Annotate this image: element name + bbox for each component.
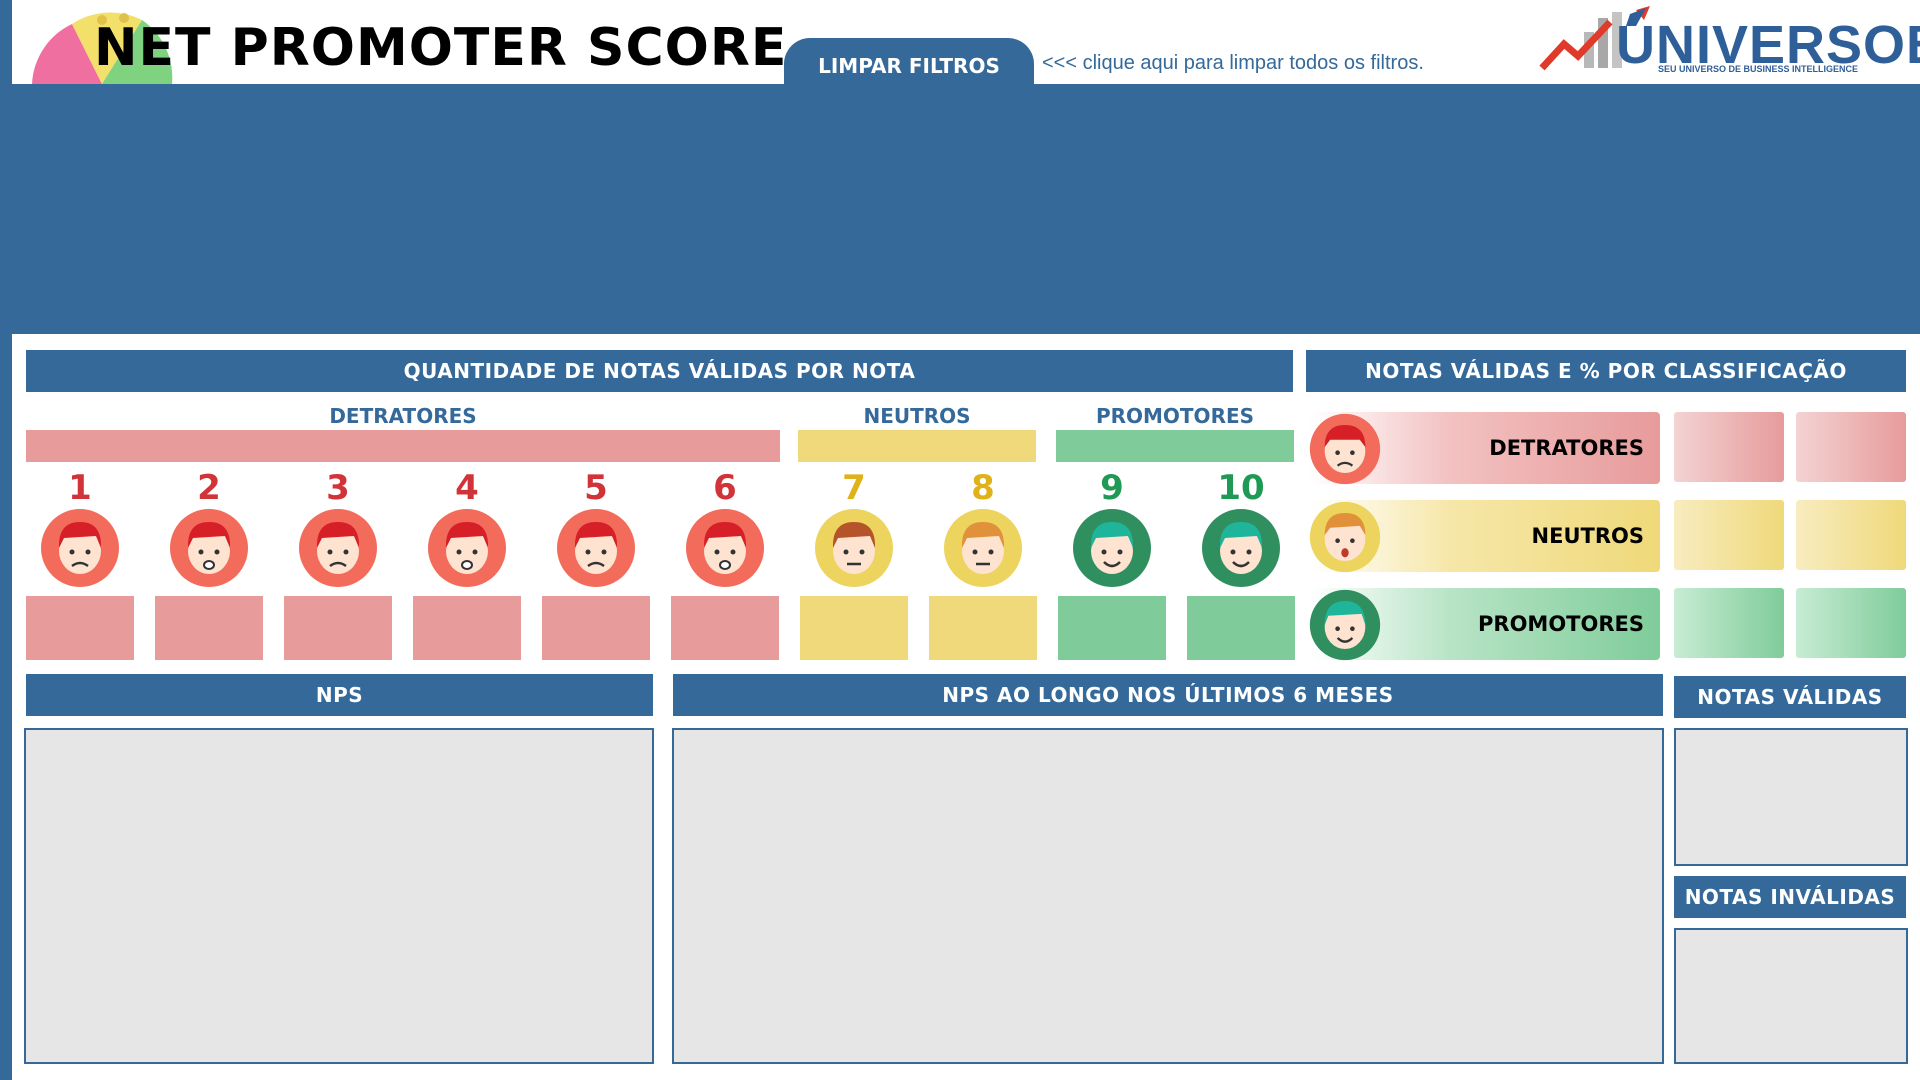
score-face-icon-5[interactable]	[556, 508, 636, 588]
group-bar-detratores	[26, 430, 780, 462]
invalid-notes-panel	[1674, 928, 1908, 1064]
page-title: NET PROMOTER SCORE	[94, 18, 788, 78]
classification-header: NOTAS VÁLIDAS E % POR CLASSIFICAÇÃO	[1306, 350, 1906, 392]
neutros-count-card	[1674, 500, 1784, 570]
promotores-count-card	[1674, 588, 1784, 658]
score-face-icon-1[interactable]	[40, 508, 120, 588]
group-bar-promotores	[1056, 430, 1294, 462]
logo-tagline: SEU UNIVERSO DE BUSINESS INTELLIGENCE	[1658, 64, 1859, 74]
group-label-promotores: PROMOTORES	[1095, 404, 1255, 428]
score-label-9: 9	[1100, 468, 1124, 508]
neutros-percent-card	[1796, 500, 1906, 570]
score-face-icon-9[interactable]	[1072, 508, 1152, 588]
score-count-box-8	[929, 596, 1037, 660]
score-face-icon-6[interactable]	[685, 508, 765, 588]
score-count-box-2	[155, 596, 263, 660]
invalid-notes-header: NOTAS INVÁLIDAS	[1674, 876, 1906, 918]
score-label-6: 6	[713, 468, 737, 508]
detratores-percent-card	[1796, 412, 1906, 482]
score-count-box-9	[1058, 596, 1166, 660]
score-face-icon-3[interactable]	[298, 508, 378, 588]
score-face-icon-8[interactable]	[943, 508, 1023, 588]
score-label-10: 10	[1217, 468, 1265, 508]
score-count-box-6	[671, 596, 779, 660]
nps-panel	[24, 728, 654, 1064]
score-face-icon-4[interactable]	[427, 508, 507, 588]
valid-notes-panel	[1674, 728, 1908, 866]
score-label-2: 2	[197, 468, 221, 508]
score-face-icon-10[interactable]	[1201, 508, 1281, 588]
notes-per-score-header: QUANTIDADE DE NOTAS VÁLIDAS POR NOTA	[26, 350, 1293, 392]
score-count-box-3	[284, 596, 392, 660]
score-count-box-1	[26, 596, 134, 660]
neutro-face-icon	[1309, 501, 1381, 573]
score-count-box-4	[413, 596, 521, 660]
filter-banner	[12, 84, 1920, 334]
group-label-detratores: DETRATORES	[329, 404, 477, 428]
promotores-percent-card	[1796, 588, 1906, 658]
score-label-3: 3	[326, 468, 350, 508]
score-count-box-10	[1187, 596, 1295, 660]
detrator-face-icon	[1309, 413, 1381, 485]
score-label-1: 1	[68, 468, 92, 508]
score-label-8: 8	[971, 468, 995, 508]
clear-filters-hint: <<< clique aqui para limpar todos os fil…	[1042, 52, 1424, 74]
score-label-4: 4	[455, 468, 479, 508]
score-count-box-7	[800, 596, 908, 660]
valid-notes-header: NOTAS VÁLIDAS	[1674, 676, 1906, 718]
classification-label-promotores: PROMOTORES	[1478, 612, 1644, 636]
nps-over-time-panel	[672, 728, 1664, 1064]
detratores-count-card	[1674, 412, 1784, 482]
nps-header: NPS	[26, 674, 653, 716]
left-edge-strip	[0, 0, 12, 1080]
classification-label-detratores: DETRATORES	[1489, 436, 1644, 460]
score-count-box-5	[542, 596, 650, 660]
promotor-face-icon	[1309, 589, 1381, 661]
nps-over-time-header: NPS AO LONGO NOS ÚLTIMOS 6 MESES	[673, 674, 1663, 716]
group-bar-neutros	[798, 430, 1036, 462]
score-label-5: 5	[584, 468, 608, 508]
classification-label-neutros: NEUTROS	[1531, 524, 1644, 548]
score-face-icon-2[interactable]	[169, 508, 249, 588]
group-label-neutros: NEUTROS	[863, 404, 971, 428]
score-face-icon-7[interactable]	[814, 508, 894, 588]
score-label-7: 7	[842, 468, 866, 508]
